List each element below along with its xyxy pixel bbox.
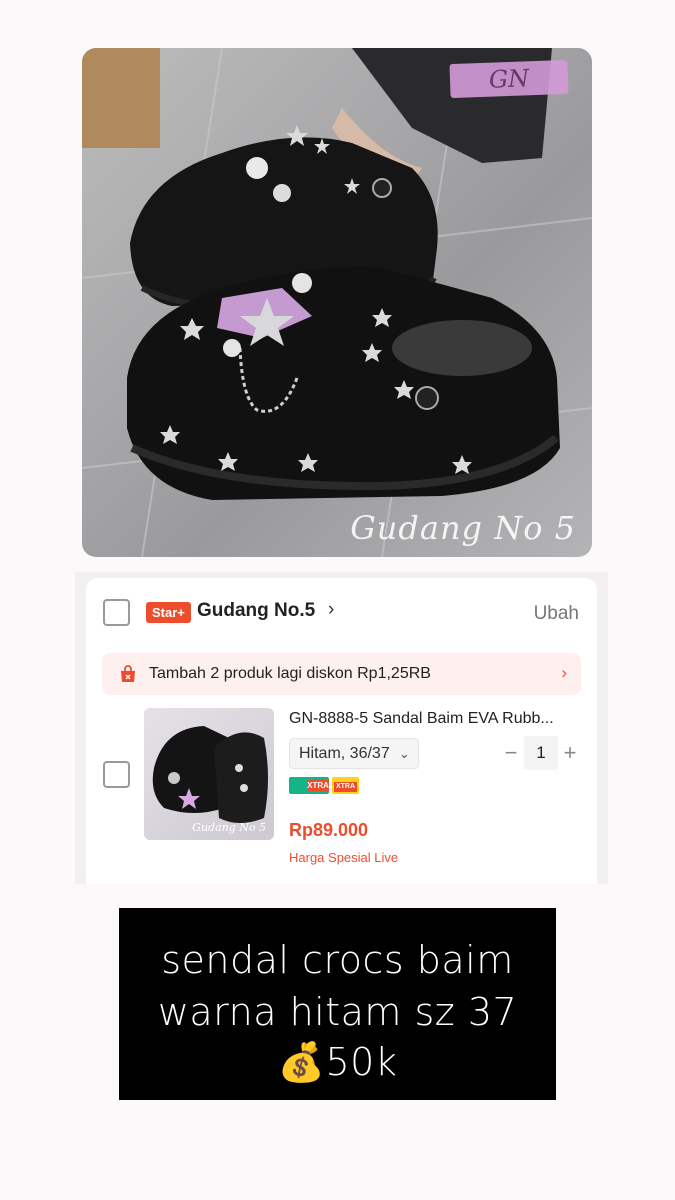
promo-xtra-badge: XTRA [332, 777, 359, 794]
price-note: Harga Spesial Live [289, 850, 399, 865]
caption-line-3: 💰50k [277, 1040, 398, 1084]
variant-label: Hitam, 36/37 [299, 745, 390, 762]
cart-card: Star+ Gudang No.5 › Ubah Tambah 2 produk… [86, 578, 597, 884]
store-checkbox[interactable] [103, 599, 130, 626]
chevron-right-icon[interactable]: › [328, 599, 334, 621]
promo-text: Tambah 2 produk lagi diskon Rp1,25RB [149, 665, 431, 682]
product-thumbnail[interactable]: Gudang No 5 [144, 708, 274, 840]
free-shipping-xtra-badge: XTRA [289, 777, 329, 794]
watermark-tag: GN [449, 59, 569, 99]
store-row[interactable]: Star+ Gudang No.5 › Ubah [86, 596, 597, 632]
product-photo: GN Gudang No 5 [82, 48, 592, 557]
promo-banner[interactable]: Tambah 2 produk lagi diskon Rp1,25RB › [102, 653, 581, 695]
product-checkbox[interactable] [103, 761, 130, 788]
crocs-illustration [82, 48, 592, 557]
quantity-input[interactable]: 1 [524, 736, 558, 770]
star-plus-badge: Star+ [146, 602, 191, 623]
product-price: Rp89.000 [289, 820, 369, 840]
caption-line-2: warna hitam sz 37 [157, 990, 518, 1034]
chevron-down-icon: ⌄ [398, 746, 410, 761]
store-watermark: Gudang No 5 [350, 509, 576, 547]
quantity-decrease-button[interactable]: − [501, 740, 521, 768]
caption-line-1: sendal crocs baim [161, 938, 514, 982]
thumbnail-watermark: Gudang No 5 [192, 821, 266, 834]
variant-selector[interactable]: Hitam, 36/37 ⌄ [289, 738, 419, 769]
cart-screenshot: Star+ Gudang No.5 › Ubah Tambah 2 produk… [75, 572, 608, 884]
shopping-bag-icon [121, 665, 135, 682]
chevron-right-icon[interactable]: › [561, 663, 567, 683]
quantity-increase-button[interactable]: + [560, 740, 580, 768]
caption-box: sendal crocs baim warna hitam sz 37 💰50k [119, 908, 556, 1100]
edit-button[interactable]: Ubah [534, 603, 579, 625]
store-name[interactable]: Gudang No.5 [197, 600, 315, 622]
product-title[interactable]: GN-8888-5 Sandal Baim EVA Rubb... [289, 710, 581, 728]
